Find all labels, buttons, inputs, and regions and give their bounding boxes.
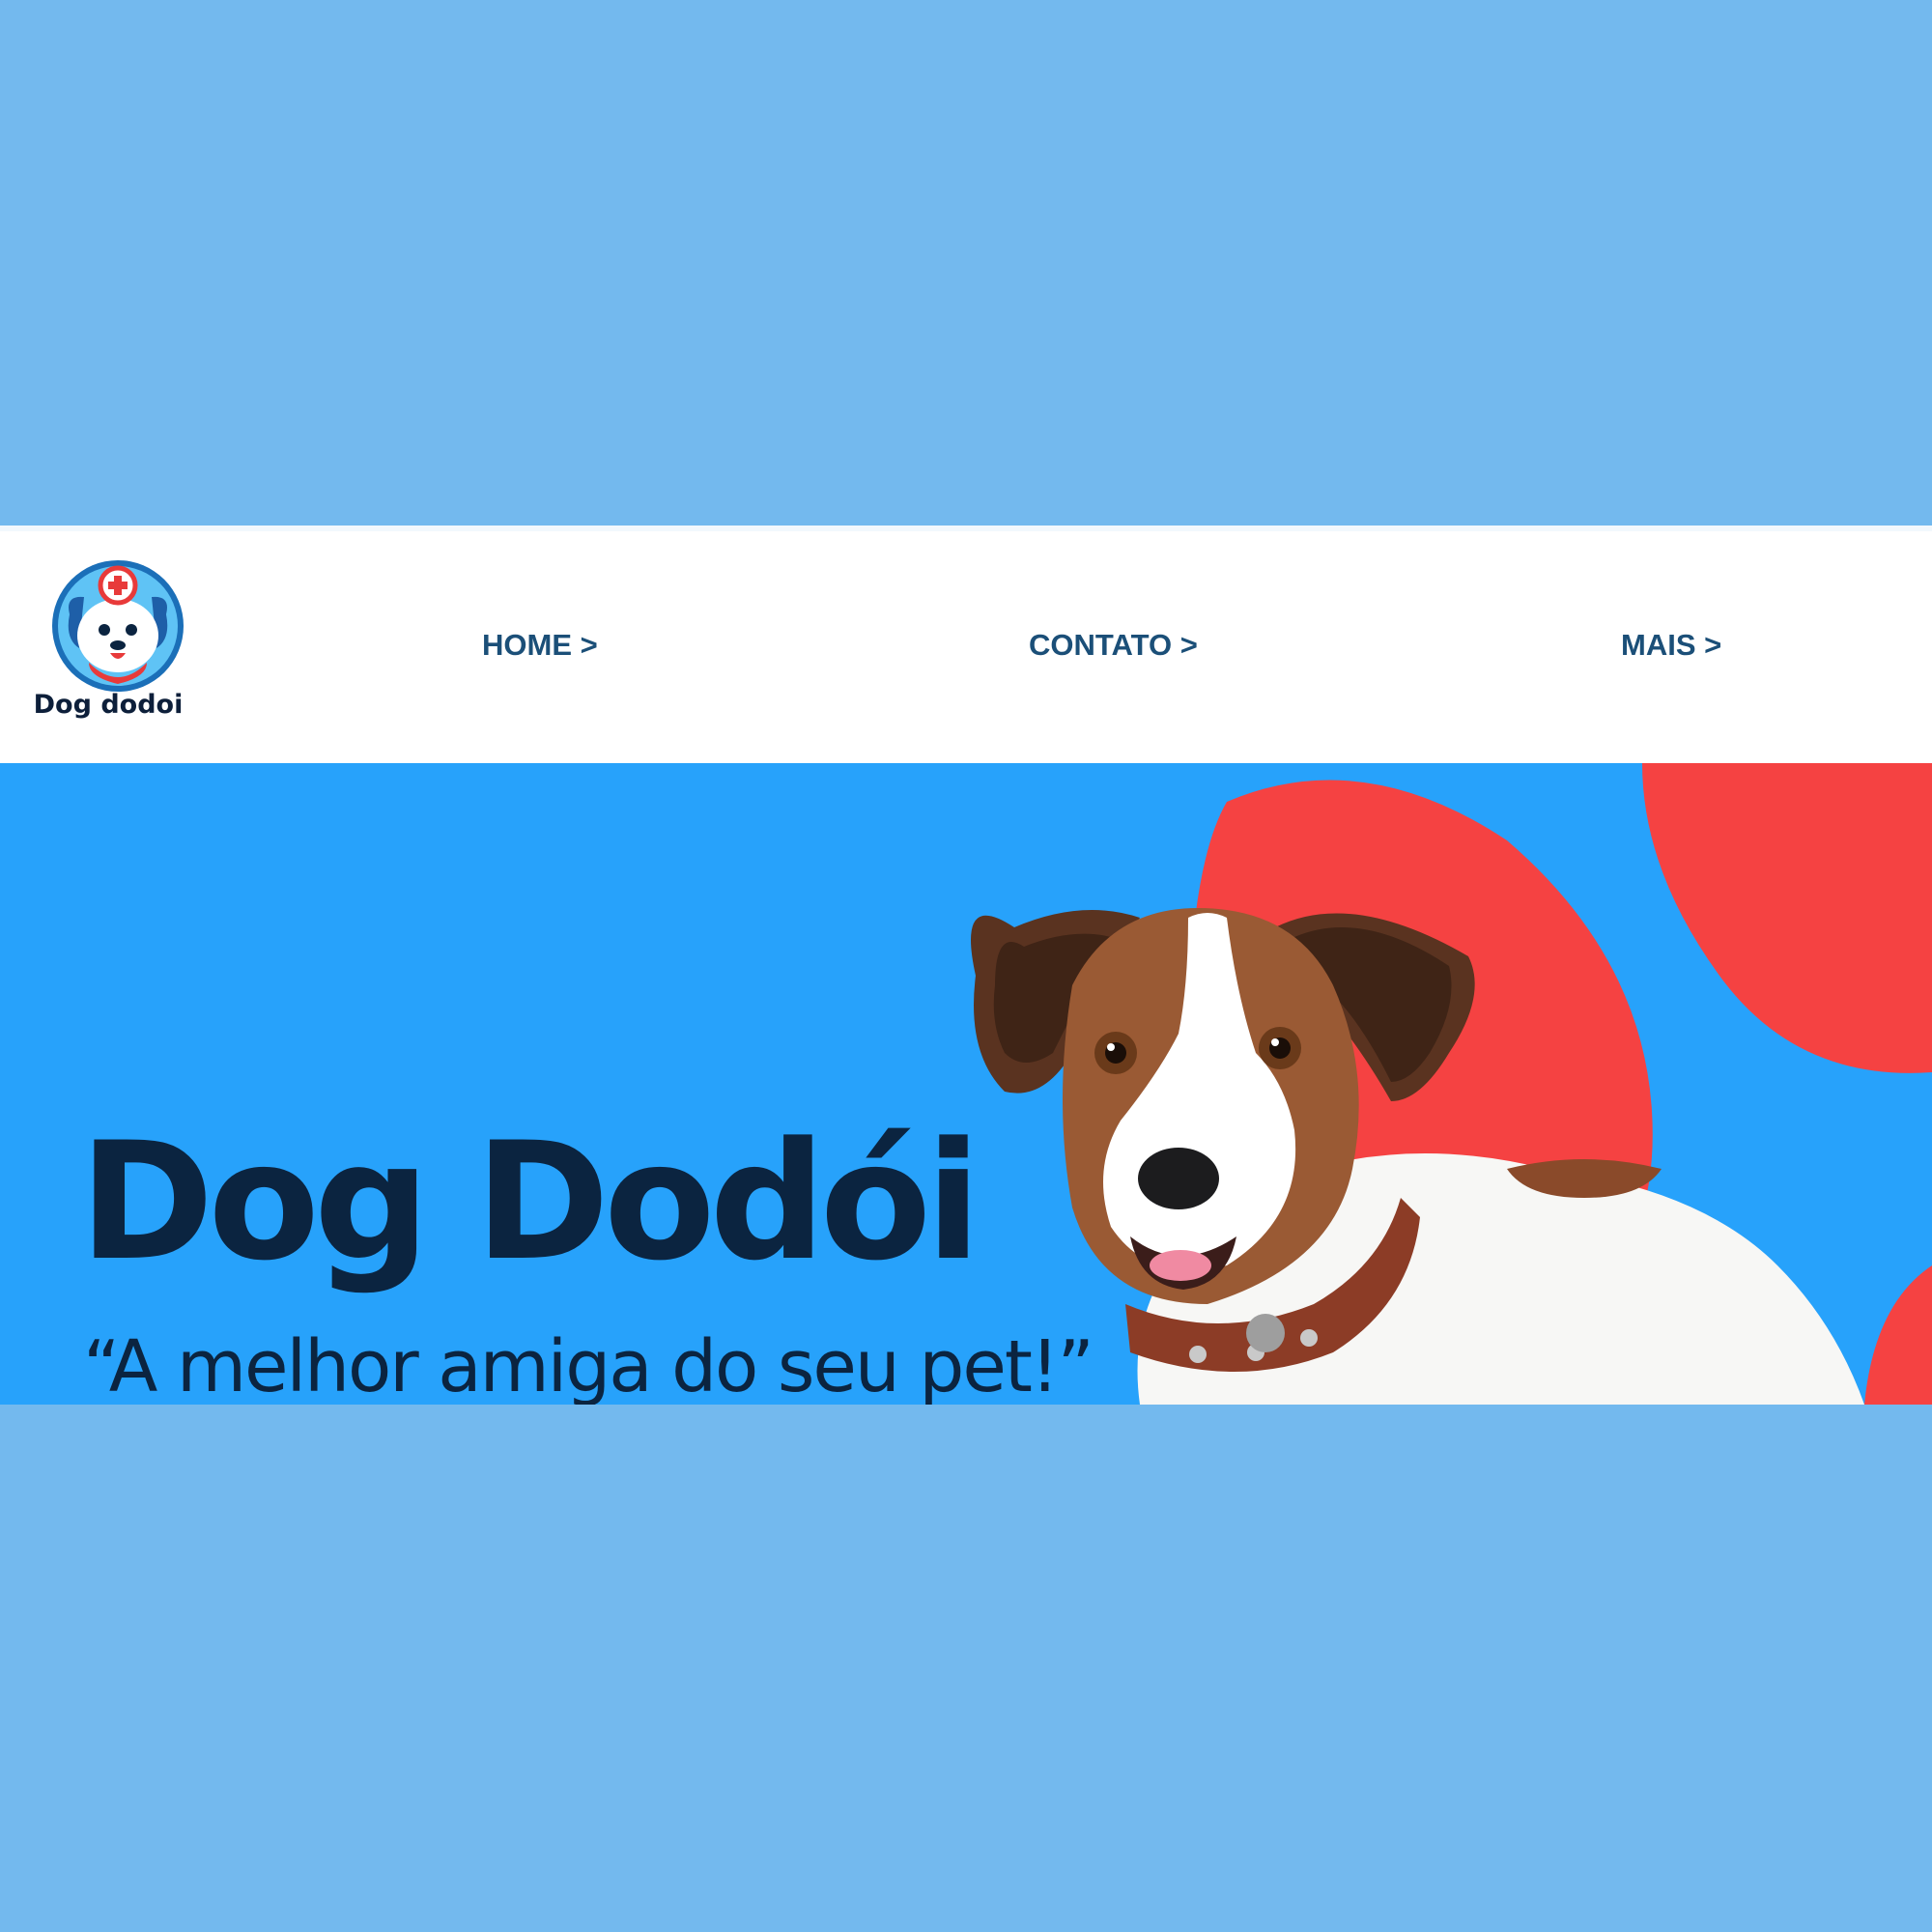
- red-blob-corner-shape: [1642, 763, 1932, 1073]
- nav-home-link[interactable]: HOME >: [482, 628, 598, 663]
- hero-title: Dog Dodói: [79, 1107, 981, 1296]
- nav-contato-link[interactable]: CONTATO >: [1029, 628, 1198, 663]
- nav-mais-link[interactable]: MAIS >: [1621, 628, 1721, 663]
- logo-text: Dog dodoi: [33, 690, 184, 720]
- hero-tagline: “A melhor amiga do seu pet!”: [83, 1325, 1094, 1405]
- hero-banner: Dog Dodói “A melhor amiga do seu pet!”: [0, 763, 1932, 1405]
- red-blob-small-shape: [1864, 1265, 1932, 1405]
- dog-doctor-logo-icon: [52, 560, 184, 692]
- hero-background-shapes: [971, 763, 1932, 1405]
- logo[interactable]: Dog dodoi: [21, 556, 195, 730]
